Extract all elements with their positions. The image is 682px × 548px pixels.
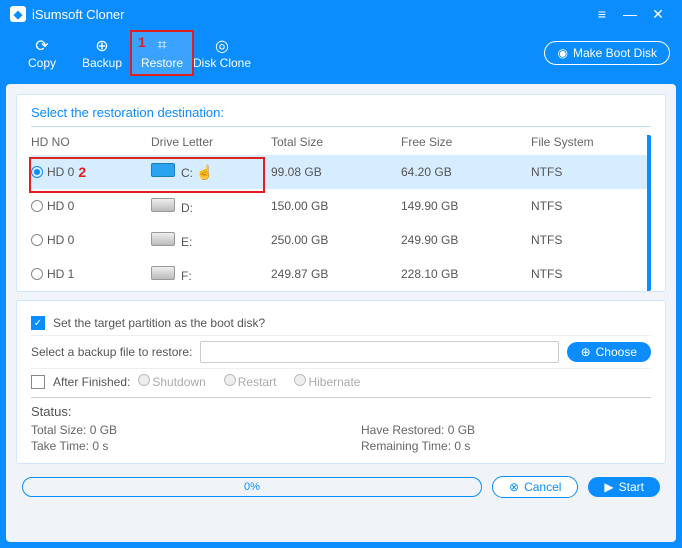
copy-label: Copy [28, 56, 56, 70]
restart-radio[interactable] [224, 374, 236, 386]
select-backup-label: Select a backup file to restore: [31, 345, 192, 359]
close-button[interactable]: ✕ [644, 6, 672, 23]
file-system: NTFS [531, 267, 641, 281]
options-panel: ✓ Set the target partition as the boot d… [16, 300, 666, 464]
toolbar: ⟳ Copy ⊕ Backup 1 ⌗ Restore ◎ Disk Clone… [0, 28, 682, 78]
after-finished-label: After Finished: [53, 375, 130, 389]
disk-clone-icon: ◎ [215, 36, 229, 56]
drive-radio[interactable] [31, 200, 43, 212]
plus-icon: ⊕ [581, 345, 591, 359]
backup-label: Backup [82, 56, 122, 70]
app-title: iSumsoft Cloner [32, 7, 124, 22]
restore-tab[interactable]: 1 ⌗ Restore [132, 32, 192, 74]
hdno-text: HD 0 [47, 233, 74, 247]
restore-icon: ⌗ [157, 36, 166, 56]
make-boot-disk-button[interactable]: ◉ Make Boot Disk [544, 41, 670, 65]
table-row[interactable]: HD 0 2 C:☝ 99.08 GB64.20 GBNTFS [31, 155, 647, 189]
free-size: 149.90 GB [401, 199, 531, 213]
backup-file-input[interactable] [200, 341, 558, 363]
hdno-text: HD 0 [47, 199, 74, 213]
cancel-label: Cancel [524, 480, 561, 494]
annotation-1: 1 [138, 34, 146, 50]
col-total: Total Size [271, 135, 401, 149]
drive-icon [151, 198, 175, 212]
table-row[interactable]: HD 0 D: 150.00 GB149.90 GBNTFS [31, 189, 647, 223]
status-label: Status: [31, 404, 651, 419]
footer: 0% ⊗ Cancel ▶ Start [16, 472, 666, 502]
start-label: Start [619, 480, 644, 494]
hdno-text: HD 0 [47, 165, 74, 179]
start-button[interactable]: ▶ Start [588, 477, 660, 497]
drive-icon [151, 232, 175, 246]
free-size: 64.20 GB [401, 165, 531, 179]
minimize-button[interactable]: — [616, 6, 644, 22]
boot-disk-icon: ◉ [557, 46, 567, 60]
cancel-button[interactable]: ⊗ Cancel [492, 476, 578, 498]
drive-letter: F: [181, 269, 192, 283]
drive-letter: D: [181, 201, 193, 215]
hibernate-label: Hibernate [308, 375, 360, 389]
boot-disk-checkbox[interactable]: ✓ [31, 316, 45, 330]
file-system: NTFS [531, 199, 641, 213]
col-drive: Drive Letter [151, 135, 271, 149]
restart-label: Restart [238, 375, 277, 389]
file-system: NTFS [531, 233, 641, 247]
backup-icon: ⊕ [95, 36, 108, 56]
total-size: 150.00 GB [271, 199, 401, 213]
disk-clone-tab[interactable]: ◎ Disk Clone [192, 32, 252, 74]
drive-icon [151, 266, 175, 280]
table-row[interactable]: HD 0 E: 250.00 GB249.90 GBNTFS [31, 223, 647, 257]
progress-text: 0% [244, 481, 260, 493]
status-take-time: Take Time: 0 s [31, 439, 321, 453]
restore-label: Restore [141, 56, 183, 70]
col-fs: File System [531, 135, 641, 149]
choose-button[interactable]: ⊕ Choose [567, 342, 651, 362]
menu-icon[interactable]: ≡ [588, 6, 616, 22]
status-total-size: Total Size: 0 GB [31, 423, 321, 437]
titlebar: ◆ iSumsoft Cloner ≡ — ✕ [0, 0, 682, 28]
file-system: NTFS [531, 165, 641, 179]
start-icon: ▶ [604, 480, 613, 494]
drive-radio[interactable] [31, 166, 43, 178]
table-row[interactable]: HD 1 F: 249.87 GB228.10 GBNTFS [31, 257, 647, 291]
total-size: 250.00 GB [271, 233, 401, 247]
disk-clone-label: Disk Clone [193, 56, 251, 70]
shutdown-radio[interactable] [138, 374, 150, 386]
choose-label: Choose [596, 345, 637, 359]
free-size: 249.90 GB [401, 233, 531, 247]
drive-icon [151, 163, 175, 177]
copy-tab[interactable]: ⟳ Copy [12, 32, 72, 74]
backup-tab[interactable]: ⊕ Backup [72, 32, 132, 74]
hdno-text: HD 1 [47, 267, 74, 281]
col-free: Free Size [401, 135, 531, 149]
status-remaining-time: Remaining Time: 0 s [361, 439, 651, 453]
make-boot-disk-label: Make Boot Disk [573, 46, 657, 60]
app-logo-icon: ◆ [10, 6, 26, 22]
table-header: HD NO Drive Letter Total Size Free Size … [31, 135, 647, 149]
annotation-2: 2 [78, 164, 86, 180]
drive-radio[interactable] [31, 268, 43, 280]
col-hdno: HD NO [31, 135, 151, 149]
free-size: 228.10 GB [401, 267, 531, 281]
after-finished-checkbox[interactable] [31, 375, 45, 389]
destination-panel: Select the restoration destination: HD N… [16, 94, 666, 292]
drive-letter: E: [181, 235, 192, 249]
drive-letter: C: [181, 166, 193, 180]
hibernate-radio[interactable] [294, 374, 306, 386]
cursor-icon: ☝ [196, 164, 213, 180]
progress-bar: 0% [22, 477, 482, 497]
destination-title: Select the restoration destination: [31, 105, 651, 127]
boot-disk-label: Set the target partition as the boot dis… [53, 316, 265, 330]
drive-radio[interactable] [31, 234, 43, 246]
status-have-restored: Have Restored: 0 GB [361, 423, 651, 437]
cancel-icon: ⊗ [509, 480, 519, 494]
total-size: 249.87 GB [271, 267, 401, 281]
shutdown-label: Shutdown [152, 375, 205, 389]
total-size: 99.08 GB [271, 165, 401, 179]
copy-icon: ⟳ [35, 36, 48, 56]
drive-table: HD NO Drive Letter Total Size Free Size … [31, 135, 651, 291]
